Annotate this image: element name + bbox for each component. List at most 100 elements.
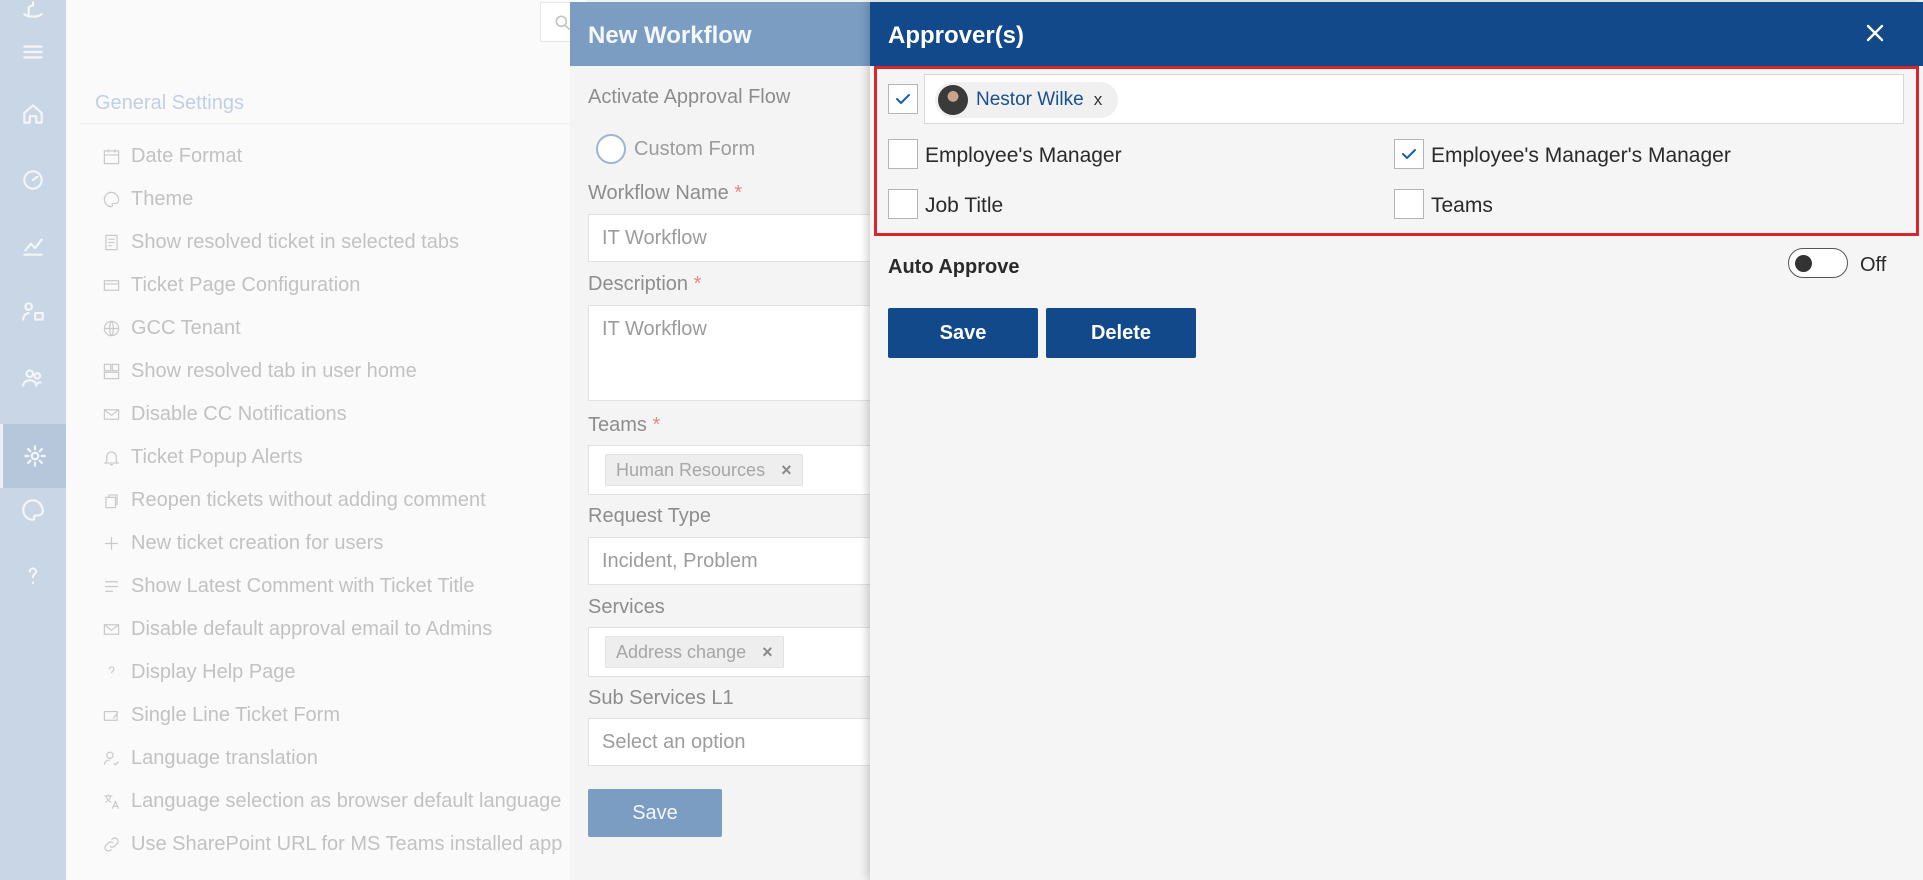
check-icon xyxy=(1402,149,1416,159)
people-picker[interactable]: Nestor Wilke x xyxy=(924,74,1904,124)
teams-label: Teams * xyxy=(588,414,660,437)
employees-manager-label: Employee's Manager xyxy=(925,144,1122,167)
close-icon[interactable] xyxy=(1860,18,1890,48)
new-workflow-save-button[interactable]: Save xyxy=(588,789,722,837)
setting-language-translation[interactable]: Language translation xyxy=(101,745,318,771)
setting-single-line-ticket-form[interactable]: Single Line Ticket Form xyxy=(101,702,340,728)
setting-show-latest-comment[interactable]: Show Latest Comment with Ticket Title xyxy=(101,573,474,599)
services-label: Services xyxy=(588,596,665,618)
settings-page: General Settings Date Format Theme Show … xyxy=(66,0,600,880)
remove-person-icon[interactable]: x xyxy=(1094,90,1103,110)
request-type-label: Request Type xyxy=(588,505,712,527)
left-nav-rail xyxy=(0,0,66,880)
setting-reopen-tickets[interactable]: Reopen tickets without adding comment xyxy=(101,487,486,513)
document-icon xyxy=(101,232,121,252)
setting-label: Show resolved tab in user home xyxy=(131,359,417,382)
chip-label: Address change xyxy=(616,641,747,662)
setting-label: Date Format xyxy=(131,144,243,167)
analytics-icon[interactable] xyxy=(0,226,66,266)
setting-ticket-page-configuration[interactable]: Ticket Page Configuration xyxy=(101,272,360,298)
settings-icon[interactable] xyxy=(0,424,66,488)
employees-manager-checkbox[interactable] xyxy=(888,139,918,169)
setting-gcc-tenant[interactable]: GCC Tenant xyxy=(101,315,241,341)
setting-language-selection[interactable]: Language selection as browser default la… xyxy=(101,788,561,814)
description-textarea[interactable]: IT Workflow xyxy=(588,305,878,401)
setting-use-sharepoint-url[interactable]: Use SharePoint URL for MS Teams installe… xyxy=(101,831,562,857)
palette-icon[interactable] xyxy=(0,490,66,530)
workflow-name-label: Workflow Name * xyxy=(588,182,742,205)
setting-show-resolved-ticket[interactable]: Show resolved ticket in selected tabs xyxy=(101,229,459,255)
employees-managers-manager-checkbox[interactable] xyxy=(1394,139,1424,169)
setting-new-ticket-creation[interactable]: New ticket creation for users xyxy=(101,530,383,556)
home-icon[interactable] xyxy=(0,94,66,134)
setting-label: Disable CC Notifications xyxy=(131,402,347,425)
services-select[interactable]: Address change × xyxy=(588,627,878,677)
approvers-title: Approver(s) xyxy=(888,22,1025,49)
setting-ticket-popup-alerts[interactable]: Ticket Popup Alerts xyxy=(101,444,303,470)
setting-label: Language selection as browser default la… xyxy=(131,789,562,812)
request-type-select[interactable]: Incident, Problem xyxy=(588,537,878,585)
users-icon[interactable] xyxy=(0,358,66,398)
setting-label: Reopen tickets without adding comment xyxy=(131,488,486,511)
workflow-name-value: IT Workflow xyxy=(602,227,707,249)
toggle-knob xyxy=(1795,255,1812,272)
save-button[interactable]: Save xyxy=(888,308,1038,358)
teams-chip: Human Resources × xyxy=(605,454,803,486)
setting-label: New ticket creation for users xyxy=(131,531,384,554)
setting-theme[interactable]: Theme xyxy=(101,186,193,212)
setting-label: Ticket Popup Alerts xyxy=(131,445,303,468)
menu-icon[interactable] xyxy=(0,32,66,72)
job-title-label: Job Title xyxy=(925,194,1004,217)
app-logo-icon[interactable] xyxy=(0,0,66,32)
mail-icon xyxy=(101,404,121,424)
calendar-icon xyxy=(101,146,121,166)
setting-disable-default-approval-email[interactable]: Disable default approval email to Admins xyxy=(101,616,492,642)
setting-label: Show Latest Comment with Ticket Title xyxy=(131,574,475,597)
question-icon xyxy=(101,662,121,682)
new-workflow-title: New Workflow xyxy=(588,22,752,49)
person-approver-checkbox[interactable] xyxy=(888,84,918,114)
delete-button[interactable]: Delete xyxy=(1046,308,1196,358)
teams-select[interactable]: Human Resources × xyxy=(588,445,878,495)
auto-approve-state: Off xyxy=(1860,254,1887,276)
form-icon xyxy=(101,705,121,725)
help-icon[interactable] xyxy=(0,556,66,596)
setting-label: Disable default approval email to Admins xyxy=(131,617,493,640)
auto-approve-toggle[interactable] xyxy=(1788,248,1848,278)
services-chip: Address change × xyxy=(605,636,784,668)
label-text: Teams xyxy=(588,414,647,436)
setting-label: Show resolved ticket in selected tabs xyxy=(131,230,459,253)
setting-date-format[interactable]: Date Format xyxy=(101,143,242,169)
job-title-checkbox[interactable] xyxy=(888,189,918,219)
window-icon xyxy=(101,275,121,295)
sub-services-select[interactable]: Select an option xyxy=(588,718,878,766)
dashboard-icon[interactable] xyxy=(0,160,66,200)
sub-services-label: Sub Services L1 xyxy=(588,687,734,709)
general-settings-title: General Settings xyxy=(95,92,244,114)
chip-remove-icon[interactable]: × xyxy=(781,460,792,481)
chip-remove-icon[interactable]: × xyxy=(762,642,773,663)
setting-show-resolved-tab[interactable]: Show resolved tab in user home xyxy=(101,358,417,384)
description-label: Description * xyxy=(588,273,701,296)
translate-icon xyxy=(101,791,121,811)
layout-icon xyxy=(101,361,121,381)
workflow-name-input[interactable]: IT Workflow xyxy=(588,214,878,262)
new-workflow-panel: New Workflow Activate Approval Flow Cust… xyxy=(570,2,878,880)
teams-checkbox[interactable] xyxy=(1394,189,1424,219)
setting-label: Single Line Ticket Form xyxy=(131,703,340,726)
lines-icon xyxy=(101,576,121,596)
description-value: IT Workflow xyxy=(602,318,707,340)
chip-label: Human Resources xyxy=(616,459,766,480)
divider xyxy=(80,123,580,124)
setting-label: Language translation xyxy=(131,746,318,769)
setting-disable-cc-notifications[interactable]: Disable CC Notifications xyxy=(101,401,347,427)
person-check-icon xyxy=(101,748,121,768)
employees-managers-manager-label: Employee's Manager's Manager xyxy=(1431,144,1731,167)
request-type-value: Incident, Problem xyxy=(602,550,758,572)
approvers-panel: Approver(s) Nestor Wilke x Employee's Ma… xyxy=(870,2,1923,880)
person-chip: Nestor Wilke x xyxy=(935,82,1119,118)
new-workflow-header: New Workflow xyxy=(570,2,870,66)
custom-form-radio[interactable] xyxy=(596,134,626,164)
setting-display-help-page[interactable]: Display Help Page xyxy=(101,659,296,685)
people-icon[interactable] xyxy=(0,292,66,332)
